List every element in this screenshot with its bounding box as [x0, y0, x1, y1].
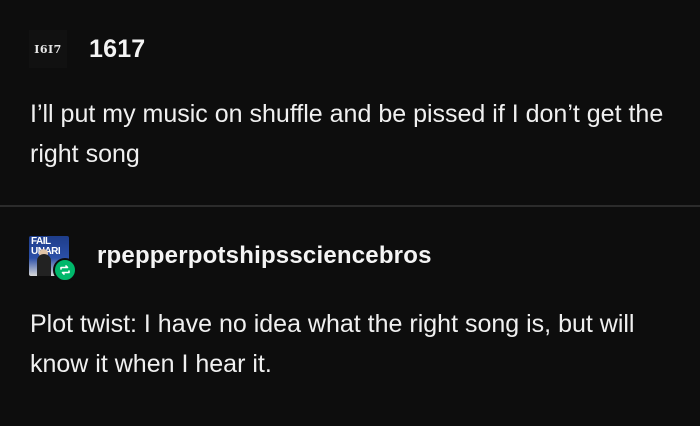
post-header: FAIL UNARI rpepperpotshipssciencebros: [29, 236, 432, 282]
post-divider: [0, 205, 700, 207]
post-body: I’ll put my music on shuffle and be piss…: [30, 100, 664, 168]
username[interactable]: 1617: [89, 35, 145, 64]
post-header: I6I7 1617: [29, 30, 145, 68]
post-original: I6I7 1617 I’ll put my music on shuffle a…: [0, 0, 700, 206]
avatar-figure-body: [37, 254, 51, 276]
post-body: Plot twist: I have no idea what the righ…: [30, 310, 635, 378]
username[interactable]: rpepperpotshipssciencebros: [97, 242, 432, 270]
avatar[interactable]: I6I7: [29, 30, 67, 68]
reblog-icon: [53, 258, 77, 282]
avatar-logo-text: I6I7: [34, 42, 62, 56]
post-reblog: FAIL UNARI rpepperpotshipssciencebros Pl…: [0, 210, 700, 426]
avatar[interactable]: FAIL UNARI: [29, 236, 77, 282]
avatar-image-text: FAIL UNARI: [31, 236, 61, 257]
